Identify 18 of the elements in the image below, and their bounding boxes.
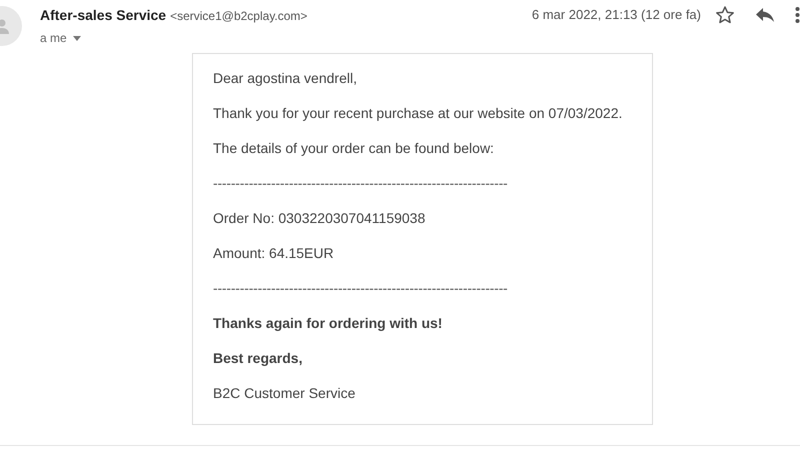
body-text: Best regards, bbox=[213, 349, 304, 368]
date-label: 6 mar 2022, 21:13 (12 ore fa) bbox=[532, 6, 701, 24]
body-text: Thanks again for ordering with us! bbox=[213, 314, 444, 333]
recipient-label: a me bbox=[40, 30, 67, 47]
body-text: B2C Customer Service bbox=[213, 384, 356, 403]
caret-icon[interactable] bbox=[72, 36, 81, 40]
body-text: The details of your order can be found below: bbox=[213, 139, 495, 158]
sender-name: After-sales Service bbox=[40, 6, 166, 25]
reply-icon[interactable] bbox=[755, 7, 775, 23]
body-text: Dear agostina vendrell, bbox=[213, 69, 358, 88]
star-icon[interactable] bbox=[715, 5, 735, 25]
body-text: Order No: 0303220307041159038 bbox=[213, 209, 426, 228]
dashed-rule: ------------------------------------------------------------------ bbox=[213, 174, 508, 193]
body-text: Thank you for your recent purchase at our website on 07/03/2022. bbox=[213, 104, 624, 123]
more-icon[interactable] bbox=[795, 6, 800, 24]
sender-email: <service1@b2cplay.com> bbox=[170, 8, 308, 25]
body-text: Amount: 64.15EUR bbox=[213, 244, 335, 263]
dashed-rule: ------------------------------------------------------------------ bbox=[213, 279, 508, 298]
